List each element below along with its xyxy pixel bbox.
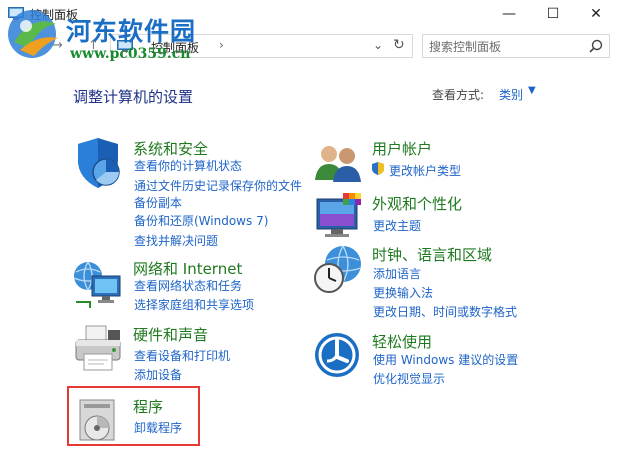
printer-icon[interactable] bbox=[72, 324, 124, 376]
monitor-palette-icon[interactable] bbox=[313, 193, 365, 245]
link-backup-copy[interactable]: 备份副本 bbox=[134, 194, 182, 211]
network-globe-icon[interactable] bbox=[72, 258, 124, 310]
category-clock-language-region: 时钟、语言和区域 添加语言 更换输入法 更改日期、时间或数字格式 bbox=[313, 244, 593, 324]
category-hardware-sound: 硬件和声音 查看设备和打印机 添加设备 bbox=[72, 324, 312, 384]
category-user-accounts: 用户帐户 更改帐户类型 bbox=[313, 138, 593, 182]
category-network-internet: 网络和 Internet 查看网络状态和任务 选择家庭组和共享选项 bbox=[72, 258, 312, 318]
breadcrumb-separator[interactable]: › bbox=[219, 38, 224, 52]
category-system-security: 系统和安全 查看你的计算机状态 通过文件历史记录保存你的文件 备份副本 备份和还… bbox=[72, 138, 312, 248]
link-change-date-time-format[interactable]: 更改日期、时间或数字格式 bbox=[373, 303, 517, 320]
address-dropdown-button[interactable]: ⌄ bbox=[373, 38, 383, 52]
category-title[interactable]: 外观和个性化 bbox=[372, 193, 462, 214]
page-title: 调整计算机的设置 bbox=[73, 88, 194, 106]
shield-icon[interactable] bbox=[72, 138, 124, 190]
link-backup-restore[interactable]: 备份和还原(Windows 7) bbox=[134, 212, 268, 229]
link-recommended-settings[interactable]: 使用 Windows 建议的设置 bbox=[373, 351, 518, 368]
watermark-title: 河东软件园 bbox=[66, 17, 197, 46]
link-change-input-method[interactable]: 更换输入法 bbox=[373, 284, 433, 301]
view-by-dropdown[interactable]: 类别 bbox=[499, 86, 523, 103]
users-icon[interactable] bbox=[313, 138, 365, 190]
link-view-computer-status[interactable]: 查看你的计算机状态 bbox=[134, 157, 242, 174]
watermark-url: www.pc0359.cn bbox=[70, 46, 191, 62]
clock-globe-icon[interactable] bbox=[313, 244, 365, 296]
uac-shield-icon bbox=[372, 162, 384, 175]
category-title[interactable]: 网络和 Internet bbox=[133, 258, 242, 279]
minimize-button[interactable]: — bbox=[489, 0, 529, 28]
category-ease-of-access: 轻松使用 使用 Windows 建议的设置 优化视觉显示 bbox=[313, 331, 593, 391]
link-network-status[interactable]: 查看网络状态和任务 bbox=[134, 277, 242, 294]
search-box[interactable] bbox=[422, 34, 610, 58]
search-input[interactable] bbox=[429, 38, 579, 55]
refresh-button[interactable]: ↻ bbox=[393, 37, 405, 53]
chevron-down-icon[interactable]: ▼ bbox=[528, 85, 536, 96]
link-change-account-type[interactable]: 更改帐户类型 bbox=[389, 162, 461, 179]
link-devices-printers[interactable]: 查看设备和打印机 bbox=[134, 347, 230, 364]
category-title[interactable]: 用户帐户 bbox=[372, 138, 432, 159]
category-title[interactable]: 硬件和声音 bbox=[133, 324, 208, 345]
category-appearance: 外观和个性化 更改主题 bbox=[313, 193, 593, 237]
link-file-history[interactable]: 通过文件历史记录保存你的文件 bbox=[134, 177, 302, 194]
link-add-device[interactable]: 添加设备 bbox=[134, 366, 182, 383]
link-change-theme[interactable]: 更改主题 bbox=[373, 217, 421, 234]
link-troubleshoot[interactable]: 查找并解决问题 bbox=[134, 232, 218, 249]
watermark-logo bbox=[8, 10, 58, 58]
view-by-label: 查看方式: bbox=[432, 88, 485, 102]
link-homegroup-sharing[interactable]: 选择家庭组和共享选项 bbox=[134, 296, 254, 313]
link-optimize-visual-display[interactable]: 优化视觉显示 bbox=[373, 370, 445, 387]
ease-of-access-icon[interactable] bbox=[313, 331, 365, 383]
close-button[interactable]: ✕ bbox=[576, 0, 616, 28]
category-title[interactable]: 轻松使用 bbox=[372, 331, 432, 352]
link-add-language[interactable]: 添加语言 bbox=[373, 265, 421, 282]
maximize-button[interactable]: ☐ bbox=[533, 0, 573, 28]
category-title[interactable]: 系统和安全 bbox=[133, 138, 208, 159]
category-title[interactable]: 时钟、语言和区域 bbox=[372, 244, 492, 265]
search-icon[interactable] bbox=[589, 39, 603, 53]
highlight-box bbox=[67, 386, 200, 446]
